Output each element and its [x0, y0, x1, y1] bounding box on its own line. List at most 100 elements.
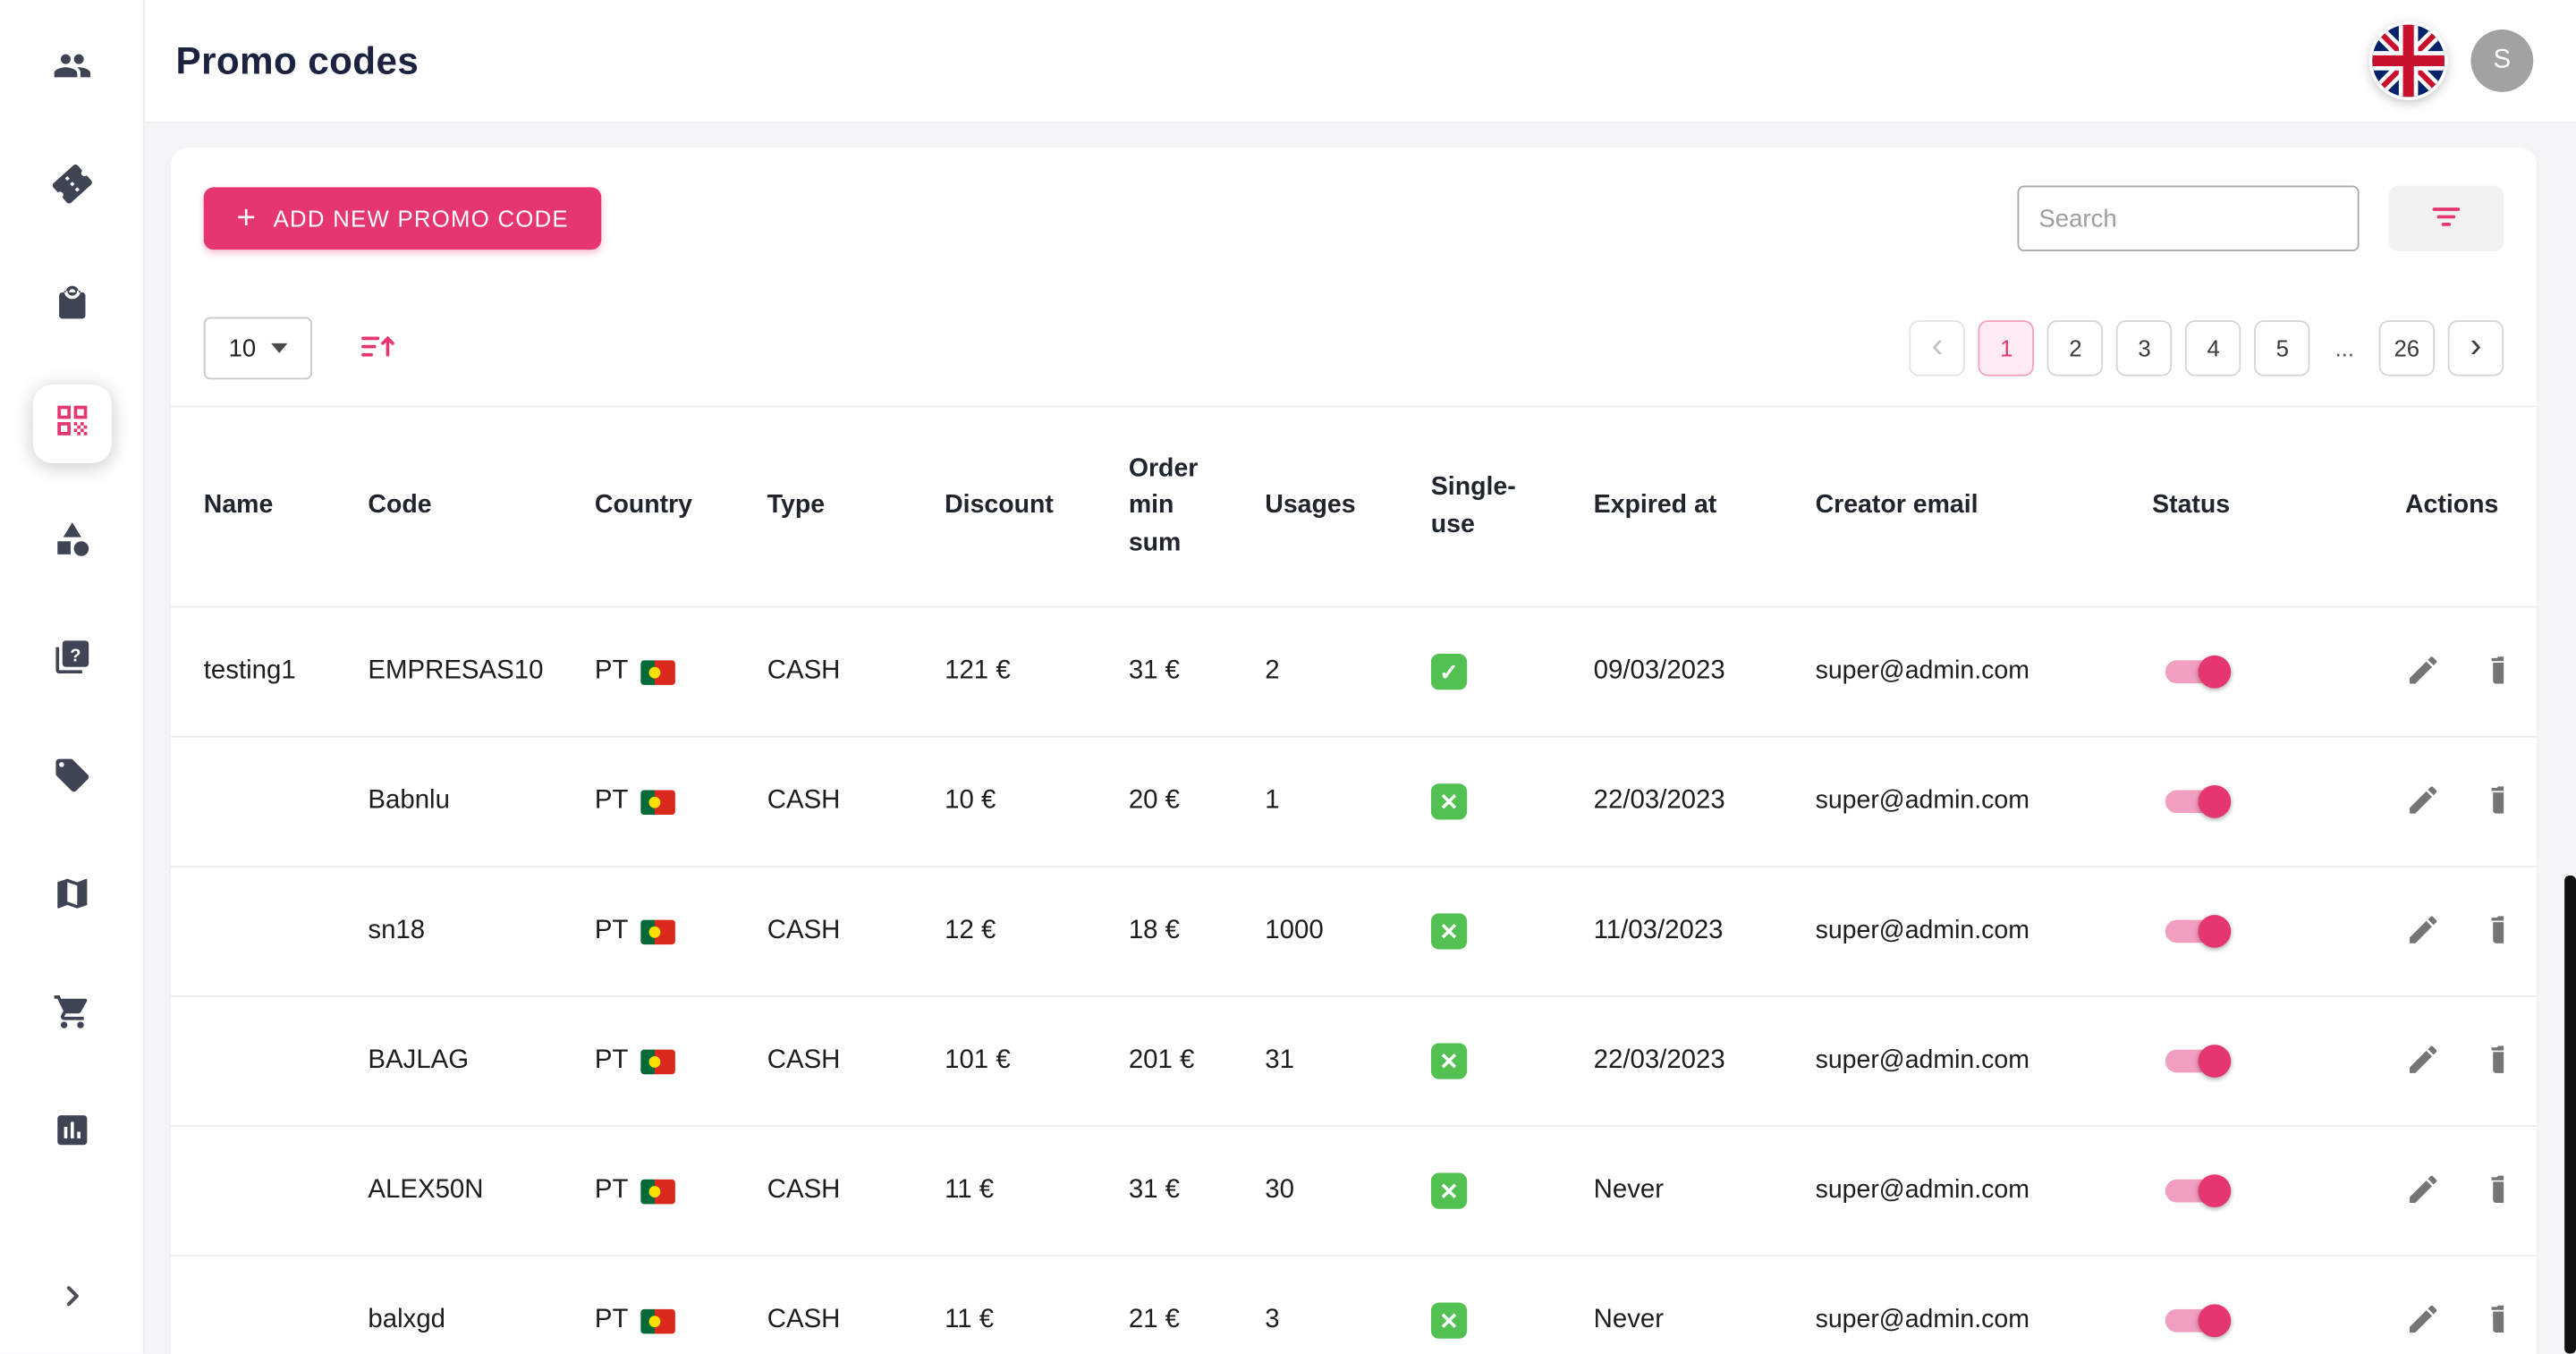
cell-country: PT [595, 1176, 767, 1206]
column-header-creator-email[interactable]: Creator email [1816, 488, 2153, 525]
scrollbar[interactable] [2564, 876, 2576, 1353]
column-header-name[interactable]: Name [204, 488, 369, 525]
country-code: PT [595, 1176, 629, 1206]
edit-button[interactable] [2405, 1041, 2441, 1082]
edit-button[interactable] [2405, 651, 2441, 692]
cell-code: ALEX50N [368, 1176, 594, 1206]
country-code: PT [595, 917, 629, 946]
cell-expired-at: 11/03/2023 [1594, 917, 1816, 946]
cell-status [2152, 910, 2405, 953]
cell-status [2152, 1170, 2405, 1213]
cell-code: balxgd [368, 1306, 594, 1335]
cell-creator-email: super@admin.com [1816, 1306, 2153, 1335]
users-icon [52, 46, 91, 93]
cell-expired-at: 09/03/2023 [1594, 657, 1816, 687]
status-toggle[interactable] [2162, 780, 2231, 823]
column-header-single-use[interactable]: Single-use [1431, 470, 1556, 544]
status-toggle[interactable] [2162, 1040, 2231, 1083]
filter-button[interactable] [2389, 186, 2504, 251]
delete-button[interactable] [2484, 910, 2504, 952]
sidebar-collapse-button[interactable] [38, 1265, 104, 1330]
sidebar-item-tags[interactable] [32, 740, 111, 818]
main-area: Promo codes S [145, 0, 2576, 1353]
column-header-status[interactable]: Status [2152, 488, 2405, 525]
cell-expired-at: Never [1594, 1176, 1816, 1206]
column-header-type[interactable]: Type [767, 488, 945, 525]
search-input[interactable] [2018, 186, 2360, 251]
page-size-select[interactable]: 10 [204, 317, 312, 379]
sidebar-item-categories[interactable] [32, 503, 111, 581]
delete-button[interactable] [2484, 651, 2504, 692]
edit-pencil-icon [2405, 1300, 2441, 1341]
pagination-page-2[interactable]: 2 [2047, 320, 2103, 376]
status-toggle[interactable] [2162, 910, 2231, 953]
cell-expired-at: 22/03/2023 [1594, 787, 1816, 817]
cell-discount: 121 € [945, 657, 1129, 687]
cell-country: PT [595, 657, 767, 687]
delete-button[interactable] [2484, 781, 2504, 822]
table-row: BAJLAG PT CASH 101 € 201 € 31 ✕ 22/03/20… [171, 997, 2537, 1127]
pagination-prev-button[interactable]: ‹ [1910, 320, 1965, 376]
cell-single-use: ✕ [1431, 1043, 1594, 1079]
sidebar-item-faq[interactable]: ? [32, 621, 111, 699]
pagination-page-26[interactable]: 26 [2379, 320, 2435, 376]
cell-usages: 1 [1265, 787, 1431, 817]
sidebar-item-map[interactable] [32, 858, 111, 936]
plus-icon: + [236, 202, 257, 235]
cell-creator-email: super@admin.com [1816, 1046, 2153, 1076]
table-row: Babnlu PT CASH 10 € 20 € 1 ✕ 22/03/2023 … [171, 738, 2537, 867]
sidebar-item-orders[interactable] [32, 267, 111, 345]
chevron-down-icon [271, 343, 287, 353]
column-header-order-min-sum[interactable]: Order min sum [1129, 452, 1231, 563]
pagination-page-1[interactable]: 1 [1979, 320, 2034, 376]
country-code: PT [595, 1306, 629, 1335]
column-header-usages[interactable]: Usages [1265, 488, 1431, 525]
column-header-expired-at[interactable]: Expired at [1594, 488, 1816, 525]
status-toggle[interactable] [2162, 1170, 2231, 1213]
page-size-value: 10 [229, 334, 257, 362]
add-promo-code-button[interactable]: + ADD NEW PROMO CODE [204, 187, 602, 250]
sidebar-item-statistics[interactable] [32, 1094, 111, 1172]
table-body: testing1 EMPRESAS10 PT CASH 121 € 31 € 2… [171, 608, 2537, 1354]
shopping-bag-icon [52, 282, 91, 329]
edit-button[interactable] [2405, 1300, 2441, 1341]
promo-codes-card: + ADD NEW PROMO CODE 10 [171, 148, 2537, 1354]
pagination: ‹ 1 2 3 4 5 ... 26 › [1910, 320, 2504, 376]
pagination-page-3[interactable]: 3 [2116, 320, 2172, 376]
cell-discount: 11 € [945, 1306, 1129, 1335]
edit-button[interactable] [2405, 1171, 2441, 1212]
edit-button[interactable] [2405, 781, 2441, 822]
column-header-code[interactable]: Code [368, 488, 594, 525]
status-toggle[interactable] [2162, 650, 2231, 693]
cell-creator-email: super@admin.com [1816, 787, 2153, 817]
sidebar-item-promo-codes[interactable] [32, 385, 111, 463]
edit-button[interactable] [2405, 910, 2441, 952]
pagination-next-button[interactable]: › [2448, 320, 2504, 376]
column-header-actions: Actions [2405, 488, 2504, 525]
uk-flag-icon[interactable] [2372, 25, 2445, 97]
delete-button[interactable] [2484, 1171, 2504, 1212]
column-header-discount[interactable]: Discount [945, 488, 1129, 525]
delete-button[interactable] [2484, 1041, 2504, 1082]
pagination-page-5[interactable]: 5 [2255, 320, 2310, 376]
edit-pencil-icon [2405, 651, 2441, 692]
map-icon [52, 873, 91, 920]
avatar[interactable]: S [2470, 30, 2533, 92]
sidebar-item-coupons[interactable] [32, 148, 111, 226]
sidebar-item-cart[interactable] [32, 976, 111, 1054]
column-header-country[interactable]: Country [595, 488, 767, 525]
pagination-page-4[interactable]: 4 [2185, 320, 2241, 376]
trash-icon [2484, 1300, 2504, 1341]
cell-type: CASH [767, 1176, 945, 1206]
cell-status [2152, 1299, 2405, 1342]
single-use-icon: ✕ [1431, 1303, 1467, 1339]
country-code: PT [595, 787, 629, 817]
portugal-flag-icon [641, 790, 676, 815]
add-button-label: ADD NEW PROMO CODE [274, 206, 569, 232]
sort-button[interactable] [358, 326, 397, 371]
portugal-flag-icon [641, 1308, 676, 1333]
status-toggle[interactable] [2162, 1299, 2231, 1342]
delete-button[interactable] [2484, 1300, 2504, 1341]
sidebar-item-users[interactable] [32, 30, 111, 108]
cell-country: PT [595, 1306, 767, 1335]
